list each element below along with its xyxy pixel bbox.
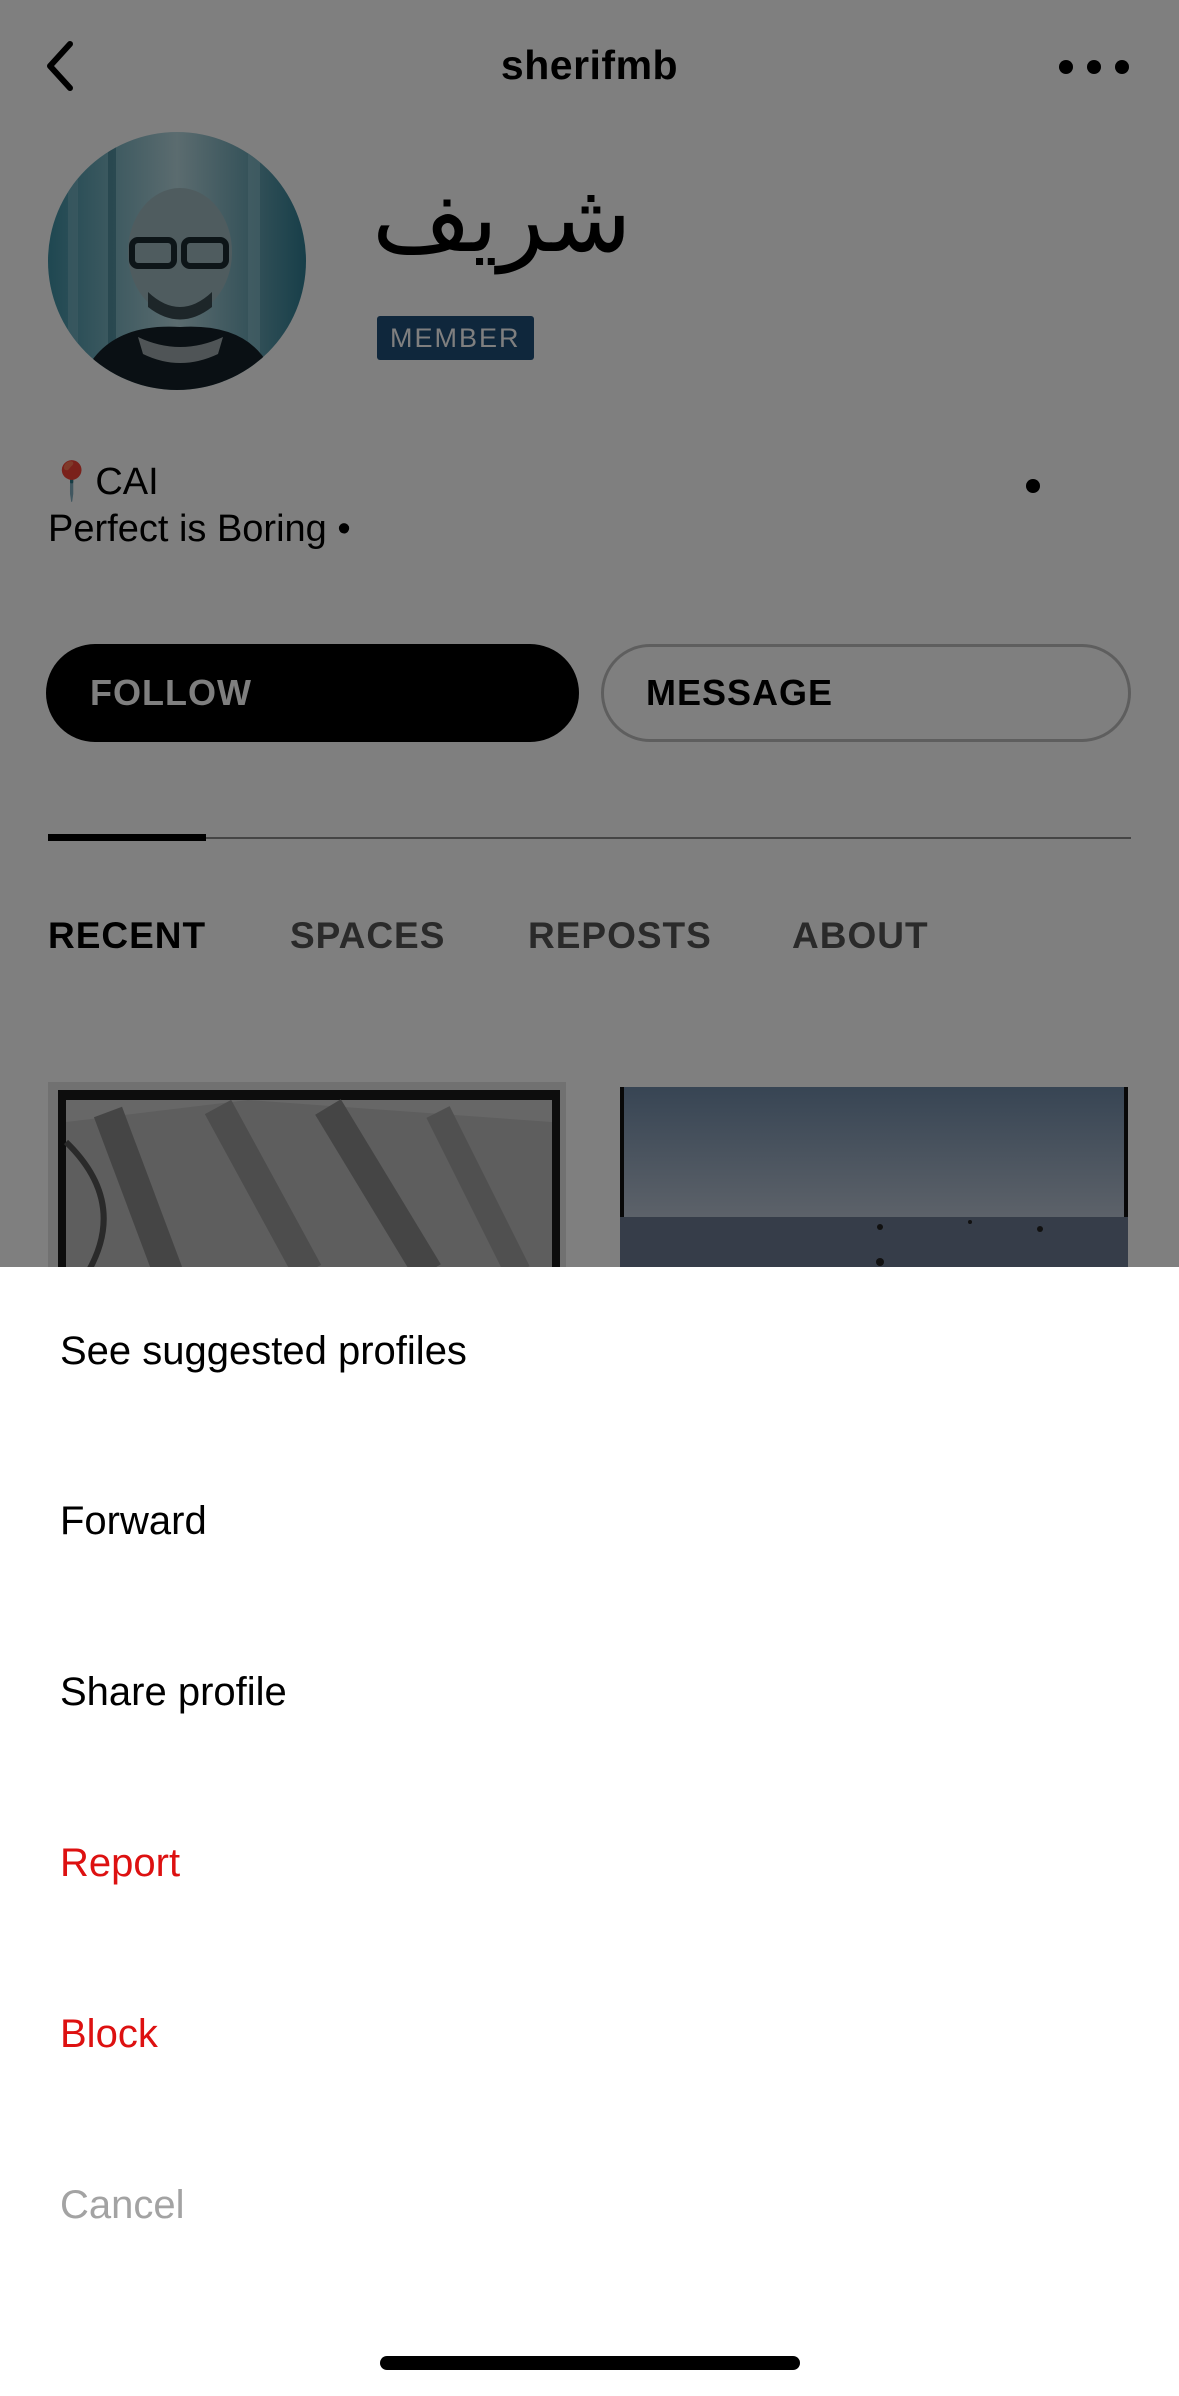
suggested-profiles-option[interactable]: See suggested profiles [60, 1331, 467, 1371]
forward-option[interactable]: Forward [60, 1501, 207, 1541]
cancel-option[interactable]: Cancel [60, 2185, 185, 2225]
share-profile-option[interactable]: Share profile [60, 1672, 287, 1712]
home-indicator[interactable] [380, 2356, 800, 2370]
modal-backdrop[interactable] [0, 0, 1179, 1267]
block-option[interactable]: Block [60, 2014, 158, 2054]
action-sheet: See suggested profiles Forward Share pro… [0, 1267, 1179, 2396]
report-option[interactable]: Report [60, 1843, 180, 1883]
profile-screen: sherifmb شريف MEMBER [0, 0, 1179, 2396]
